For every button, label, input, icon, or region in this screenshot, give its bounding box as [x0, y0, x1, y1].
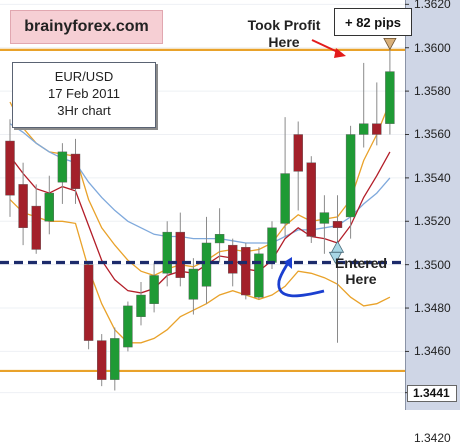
bear-candle	[175, 231, 186, 278]
bull-candle	[385, 71, 395, 124]
bear-candle	[332, 221, 343, 228]
bull-candle	[149, 275, 159, 304]
bull-candle	[319, 212, 330, 224]
bull-candle	[254, 253, 264, 298]
took-profit-line1: Took Profit	[247, 17, 321, 33]
entered-line1: Entered	[334, 255, 388, 271]
brand-label[interactable]: brainyforex.com	[10, 10, 163, 44]
bull-candle	[136, 294, 146, 317]
entered-annotation: Entered Here	[327, 255, 395, 287]
entered-line2: Here	[345, 271, 377, 287]
bull-candle	[345, 134, 356, 218]
pair-label: EUR/USD	[54, 69, 114, 84]
price-tick-label: 1.3460	[414, 344, 451, 359]
bull-candle	[267, 227, 277, 263]
bear-candle	[227, 244, 238, 274]
forex-chart: 1.3620 1.3600 1.3580 1.3560 1.3540 1.3520 1.35…	[0, 0, 460, 445]
date-label: 17 Feb 2011	[47, 86, 121, 101]
price-tick-label: 1.3600	[414, 40, 451, 55]
bull-candle	[44, 192, 54, 222]
price-tick-label: 1.3560	[414, 127, 451, 142]
bull-candle	[123, 305, 133, 348]
took-profit-annotation: Took Profit Here	[236, 17, 332, 51]
chart-info-box: EUR/USD 17 Feb 2011 3Hr chart	[12, 62, 156, 128]
bear-candle	[96, 340, 107, 380]
price-tick-label: 1.3520	[414, 214, 451, 229]
timeframe-label: 3Hr chart	[57, 103, 111, 118]
price-tick-label: 1.3580	[414, 84, 451, 99]
bear-candle	[372, 123, 382, 135]
pips-badge: + 82 pips	[334, 8, 412, 36]
bear-candle	[241, 247, 251, 296]
bear-candle	[293, 134, 303, 172]
bull-candle	[201, 242, 212, 287]
current-price-tick: 1.3441	[407, 384, 457, 402]
entry-triangle-marker	[330, 240, 345, 253]
bull-candle	[188, 268, 199, 300]
price-tick-label: 1.3480	[414, 301, 451, 316]
price-tick-label: 1.3620	[414, 0, 451, 12]
bear-candle	[83, 264, 94, 341]
took-profit-line2: Here	[268, 34, 300, 50]
price-tick-label: 1.3420	[414, 431, 451, 445]
bull-candle	[214, 234, 225, 244]
bull-candle	[110, 338, 120, 380]
bear-candle	[5, 140, 15, 196]
bull-candle	[57, 151, 68, 183]
bear-candle	[306, 162, 316, 237]
price-tick-label: 1.3540	[414, 170, 451, 185]
price-tick-label: 1.3500	[414, 257, 451, 272]
bear-candle	[70, 153, 81, 189]
bear-candle	[18, 184, 28, 228]
bull-candle	[359, 123, 369, 135]
bull-candle	[162, 231, 172, 274]
bear-candle	[31, 205, 41, 250]
entered-arrow	[277, 260, 325, 298]
bull-candle	[280, 173, 290, 224]
